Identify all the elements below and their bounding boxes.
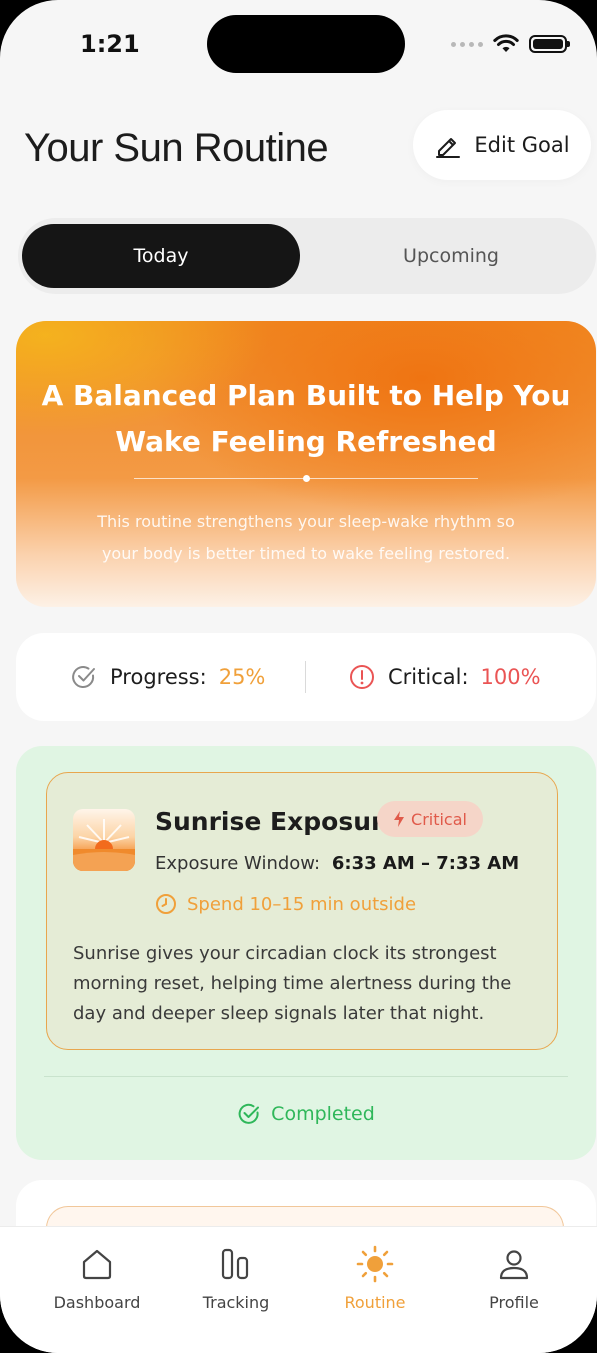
completed-status[interactable]: Completed	[16, 1102, 596, 1126]
person-icon	[499, 1250, 529, 1280]
info-circle-icon	[350, 665, 374, 689]
critical-badge-label: Critical	[411, 809, 467, 829]
page-title: Your Sun Routine	[24, 126, 329, 170]
hero-subtitle-line: This routine strengthens your sleep-wake…	[97, 512, 515, 531]
wifi-icon	[493, 34, 519, 52]
hero-title-line: A Balanced Plan Built to Help You	[41, 379, 571, 412]
spend-duration: Spend 10–15 min outside	[155, 893, 416, 915]
tab-label: Routine	[344, 1293, 406, 1312]
sun-icon	[356, 1245, 394, 1283]
hero-title-line: Wake Feeling Refreshed	[115, 425, 497, 458]
window-label: Exposure Window:	[155, 853, 321, 874]
task-title: Sunrise Exposure	[155, 807, 401, 836]
edit-goal-button[interactable]: Edit Goal	[413, 110, 591, 180]
critical-label: Critical:	[388, 665, 469, 689]
task-divider	[44, 1076, 568, 1077]
tab-label: Dashboard	[53, 1293, 141, 1312]
plan-hero-card: A Balanced Plan Built to Help You Wake F…	[16, 321, 596, 607]
hero-title: A Balanced Plan Built to Help You Wake F…	[16, 373, 596, 465]
bars-icon	[221, 1248, 249, 1280]
hero-divider-dot	[303, 475, 310, 482]
dynamic-island	[207, 15, 405, 73]
progress-value: 25%	[218, 665, 266, 689]
home-icon	[82, 1249, 112, 1280]
routine-task-card[interactable]: Sunrise Exposure Critical Exposure Windo…	[16, 746, 596, 1160]
hero-subtitle: This routine strengthens your sleep-wake…	[16, 506, 596, 570]
tab-upcoming[interactable]: Upcoming	[308, 224, 594, 288]
critical-value: 100%	[480, 665, 541, 689]
spend-text: Spend 10–15 min outside	[187, 893, 417, 915]
stats-separator	[305, 661, 306, 693]
critical-badge: Critical	[377, 801, 483, 837]
sunrise-icon	[73, 809, 135, 871]
description-line: Sunrise gives your circadian clock its s…	[73, 943, 497, 964]
tab-label: Tracking	[202, 1293, 270, 1312]
clock-icon	[156, 894, 176, 914]
check-circle-icon	[238, 1103, 260, 1124]
tab-profile[interactable]: Profile	[454, 1245, 574, 1312]
check-circle-icon	[72, 666, 95, 688]
battery-icon	[529, 35, 570, 53]
stats-bar: Progress: 25% Critical: 100%	[16, 633, 596, 721]
task-description: Sunrise gives your circadian clock its s…	[73, 939, 543, 1029]
phone-screen: 1:21 Your Sun Routine Edit Goal Today Up…	[0, 0, 597, 1353]
status-icons	[451, 34, 570, 54]
tab-tracking[interactable]: Tracking	[176, 1245, 296, 1312]
cellular-dots-icon	[451, 41, 483, 47]
tab-dashboard[interactable]: Dashboard	[37, 1245, 157, 1312]
tab-today[interactable]: Today	[22, 224, 300, 288]
progress-stat: Progress: 25%	[70, 633, 265, 721]
pencil-icon	[436, 138, 461, 158]
edit-goal-label: Edit Goal	[474, 133, 570, 157]
description-line: day and deeper sleep signals later that …	[73, 1003, 485, 1024]
exposure-window: Exposure Window: 6:33 AM – 7:33 AM	[155, 853, 519, 874]
segmented-control: Today Upcoming	[18, 218, 596, 294]
tab-routine[interactable]: Routine	[315, 1245, 435, 1312]
window-value: 6:33 AM – 7:33 AM	[331, 853, 520, 874]
hero-subtitle-line: your body is better timed to wake feelin…	[101, 544, 511, 563]
critical-stat: Critical: 100%	[348, 633, 541, 721]
progress-label: Progress:	[110, 665, 207, 689]
lightning-icon	[394, 811, 405, 827]
completed-label: Completed	[271, 1103, 375, 1125]
tab-label: Profile	[489, 1293, 539, 1312]
bottom-tab-bar: Dashboard Tracking Routine Profile	[0, 1226, 597, 1353]
status-time: 1:21	[80, 30, 140, 58]
task-details: Sunrise Exposure Critical Exposure Windo…	[46, 772, 558, 1050]
description-line: morning reset, helping time alertness du…	[73, 973, 512, 994]
